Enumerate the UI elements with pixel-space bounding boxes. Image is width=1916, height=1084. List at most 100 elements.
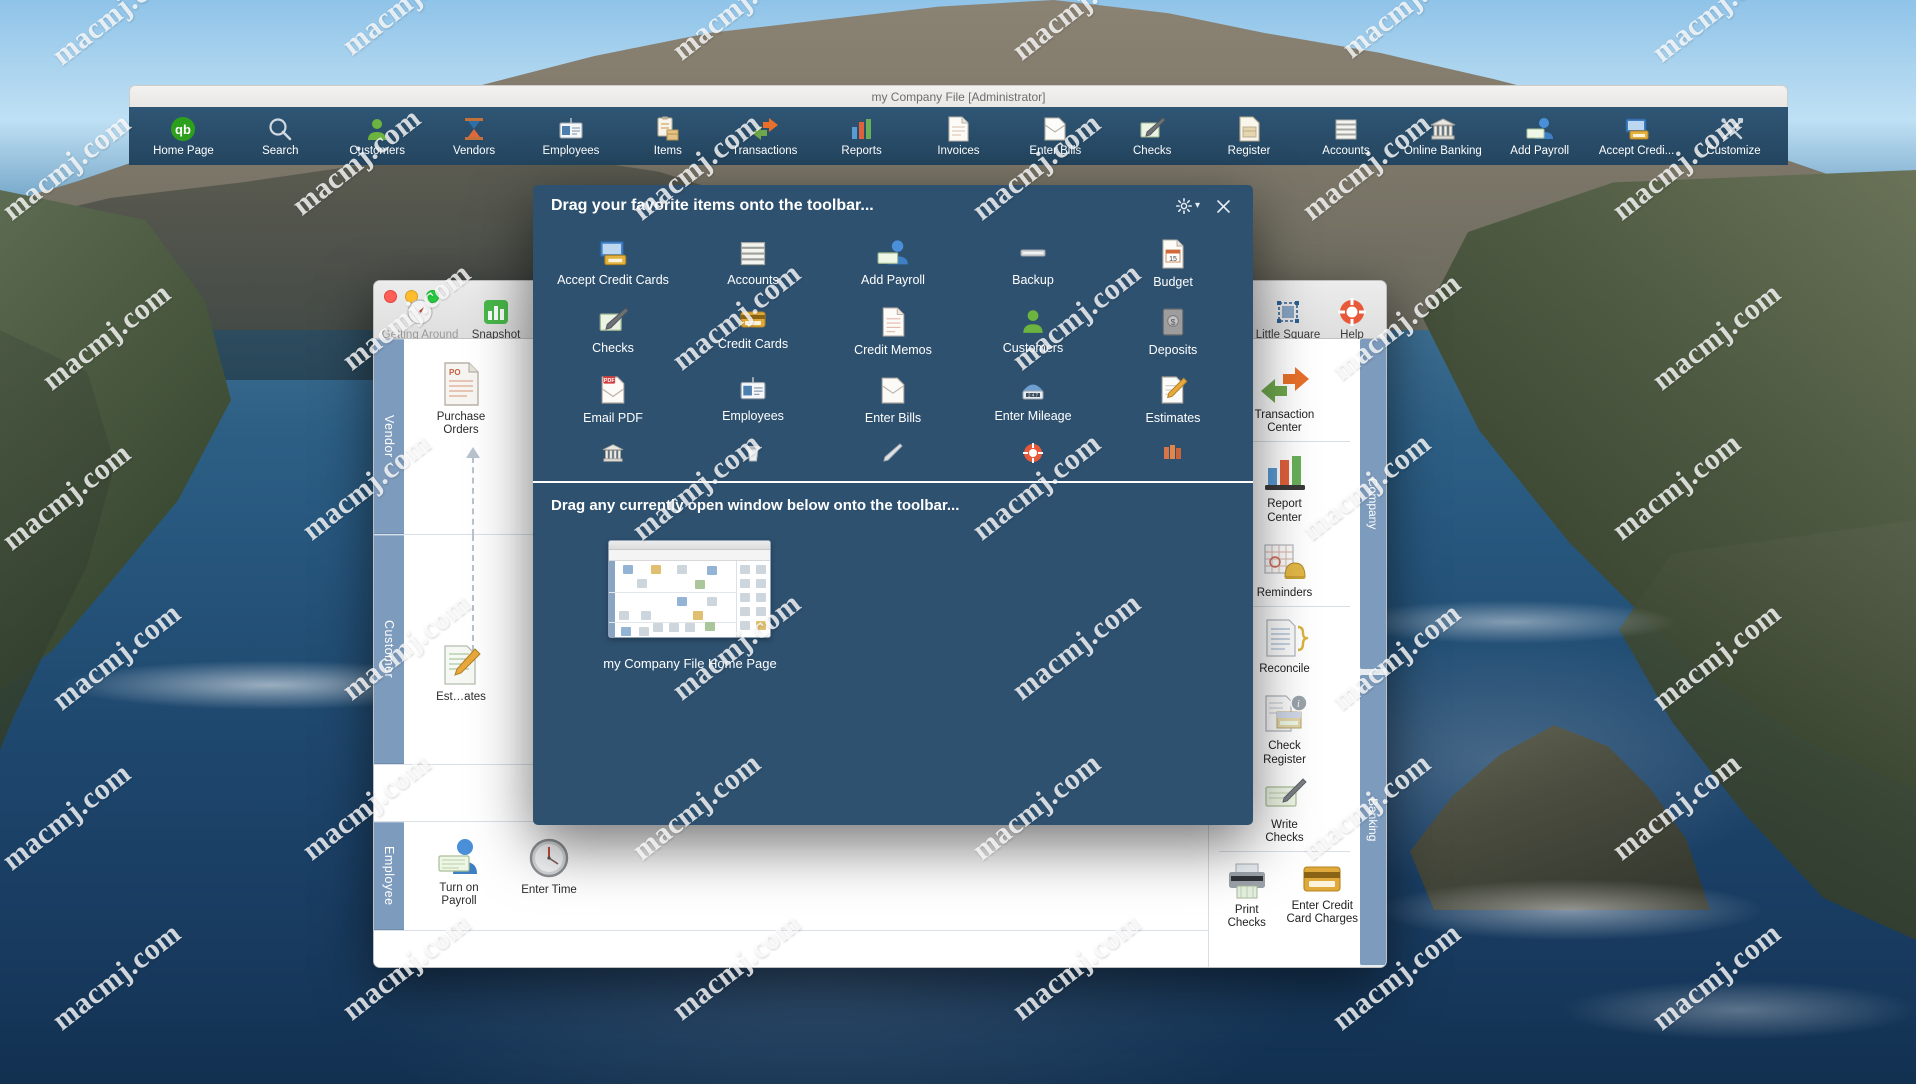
right-tab-label: Banking xyxy=(1366,798,1380,842)
customize-item-employees[interactable]: Employees xyxy=(683,367,823,431)
right-panel-item-enter-credit-card-charges[interactable]: Enter Credit Card Charges xyxy=(1285,852,1361,936)
customize-dialog-title: Drag your favorite items onto the toolba… xyxy=(551,197,874,214)
customize-item-enter-bills[interactable]: Enter Bills xyxy=(823,367,963,431)
customize-items-grid[interactable]: Accept Credit Cards Accounts Add Payroll… xyxy=(533,227,1253,475)
customize-item-credit-cards[interactable]: Credit Cards xyxy=(683,299,823,363)
thumb-band xyxy=(609,593,615,623)
home-icon-caption: Est…ates xyxy=(436,691,486,703)
bank-building-icon xyxy=(1430,116,1456,142)
customize-item-backup[interactable]: Backup xyxy=(963,231,1103,295)
right-tab-company[interactable]: Company xyxy=(1360,339,1386,669)
settings-menu-button[interactable]: ▾ xyxy=(1168,198,1208,214)
home-toolbar-snapshot[interactable]: Snapshot xyxy=(458,297,534,341)
toolbar-button-search[interactable]: Search xyxy=(232,107,329,165)
magnifier-icon xyxy=(267,116,293,142)
customize-item-label: Add Payroll xyxy=(861,273,925,287)
toolbar-button-enter-bills[interactable]: Enter Bills xyxy=(1007,107,1104,165)
svg-text:qb: qb xyxy=(175,122,191,137)
home-toolbar-little-square[interactable]: Little Square xyxy=(1250,297,1326,341)
customize-item-budget[interactable]: 15 Budget xyxy=(1103,231,1243,295)
band-label-text: Vendor xyxy=(382,415,396,458)
home-icon-estimates[interactable]: Est…ates xyxy=(406,643,516,704)
backup-drive-icon xyxy=(1018,239,1048,267)
toolbar-label: Register xyxy=(1227,144,1271,157)
customize-item-label: Checks xyxy=(592,341,634,355)
customize-toolbar-dialog[interactable]: Drag your favorite items onto the toolba… xyxy=(533,185,1253,825)
home-toolbar-help[interactable]: Help xyxy=(1326,297,1378,341)
toolbar-button-accounts[interactable]: Accounts xyxy=(1298,107,1395,165)
toolbar-button-checks[interactable]: Checks xyxy=(1104,107,1201,165)
close-dialog-button[interactable] xyxy=(1208,199,1239,214)
chevron-down-icon: ▾ xyxy=(1194,200,1200,211)
toolbar-button-add-payroll[interactable]: Add Payroll xyxy=(1491,107,1588,165)
quickbooks-app-toolbar-window[interactable]: my Company File [Administrator] qb Home … xyxy=(129,85,1788,165)
toolbar-button-invoices[interactable]: Invoices xyxy=(910,107,1007,165)
toolbar-label: Home Page xyxy=(153,144,214,157)
toolbar-button-online-banking[interactable]: Online Banking xyxy=(1394,107,1491,165)
customize-item-customers[interactable]: Customers xyxy=(963,299,1103,363)
customize-item-label: Email PDF xyxy=(583,411,643,425)
customize-item-deposits[interactable]: $ Deposits xyxy=(1103,299,1243,363)
toolbar-label: Checks xyxy=(1133,144,1172,157)
customize-item-label: Enter Mileage xyxy=(994,409,1072,423)
customize-item-credit-memos[interactable]: Credit Memos xyxy=(823,299,963,363)
customize-item-row4-e[interactable] xyxy=(1103,435,1243,475)
toolbar-button-vendors[interactable]: Vendors xyxy=(426,107,523,165)
home-icon-caption: Purchase Orders xyxy=(436,411,486,437)
toolbar-label: Invoices xyxy=(937,144,980,157)
right-panel-bottom-row: Print Checks Enter Credit Card Charges xyxy=(1209,852,1360,936)
svg-text:PO: PO xyxy=(449,368,461,377)
background-islet xyxy=(1410,725,1710,910)
home-icon-enter-time[interactable]: Enter Time xyxy=(494,836,604,897)
home-icon-purchase-orders[interactable]: PO Purchase Orders xyxy=(406,361,516,437)
toolbar-button-accept-credit-cards[interactable]: Accept Credi... xyxy=(1588,107,1685,165)
toolbar-label: Transactions xyxy=(731,144,798,157)
toolbar-button-employees[interactable]: Employees xyxy=(523,107,620,165)
toolbar-button-reports[interactable]: Reports xyxy=(813,107,910,165)
home-icon-caption: Turn on Payroll xyxy=(439,882,479,908)
app-toolbar[interactable]: qb Home Page Search Customers Vendors Em… xyxy=(129,107,1788,165)
toolbar-button-register[interactable]: Register xyxy=(1201,107,1298,165)
credit-card-icon xyxy=(738,307,768,331)
person-green-icon xyxy=(1019,307,1047,335)
customize-item-row4-d[interactable] xyxy=(963,435,1103,475)
toolbar-button-customize[interactable]: Customize xyxy=(1685,107,1782,165)
hourglass-icon xyxy=(461,116,487,142)
two-arrows-icon xyxy=(751,116,779,142)
customize-item-accounts[interactable]: Accounts xyxy=(683,231,823,295)
app-window-title: my Company File [Administrator] xyxy=(871,89,1046,104)
bill-envelope-icon xyxy=(879,375,907,405)
customize-item-row4-a[interactable] xyxy=(543,435,683,475)
books-icon xyxy=(1162,443,1184,461)
customize-item-label: Backup xyxy=(1012,273,1054,287)
trash-icon xyxy=(743,443,763,463)
customize-item-estimates[interactable]: Estimates xyxy=(1103,367,1243,431)
right-tab-banking[interactable]: Banking xyxy=(1360,675,1386,965)
toolbar-button-home-page[interactable]: qb Home Page xyxy=(135,107,232,165)
toolbar-button-customers[interactable]: Customers xyxy=(329,107,426,165)
thumb-toolbar xyxy=(609,550,770,561)
toolbar-label: Search xyxy=(262,144,299,157)
customize-item-row4-b[interactable] xyxy=(683,435,823,475)
toolbar-button-transactions[interactable]: Transactions xyxy=(716,107,813,165)
home-toolbar-getting-around[interactable]: Getting Around xyxy=(382,297,458,341)
open-window-thumbnail-area[interactable]: my Company File Home Page xyxy=(533,514,1253,671)
right-panel-item-print-checks[interactable]: Print Checks xyxy=(1209,852,1285,936)
stacked-books-icon xyxy=(1333,116,1359,142)
right-panel-caption: Transaction Center xyxy=(1254,409,1315,435)
background-surf xyxy=(1340,600,1680,644)
customize-item-accept-credit-cards[interactable]: Accept Credit Cards xyxy=(543,231,683,295)
customize-item-row4-c[interactable] xyxy=(823,435,963,475)
customize-item-email-pdf[interactable]: PDF Email PDF xyxy=(543,367,683,431)
stacked-books-icon xyxy=(738,239,768,267)
thumbnail-caption: my Company File Home Page xyxy=(603,656,777,671)
home-page-window-thumbnail[interactable] xyxy=(608,540,771,638)
customize-item-label: Accept Credit Cards xyxy=(557,273,669,287)
customize-item-enter-mileage[interactable]: 2 4 7 Enter Mileage xyxy=(963,367,1103,431)
toolbar-label: Items xyxy=(653,144,682,157)
toolbar-button-items[interactable]: Items xyxy=(619,107,716,165)
customize-item-add-payroll[interactable]: Add Payroll xyxy=(823,231,963,295)
bar-chart-icon xyxy=(849,116,875,142)
clipboard-box-icon xyxy=(655,116,681,142)
customize-item-checks[interactable]: Checks xyxy=(543,299,683,363)
